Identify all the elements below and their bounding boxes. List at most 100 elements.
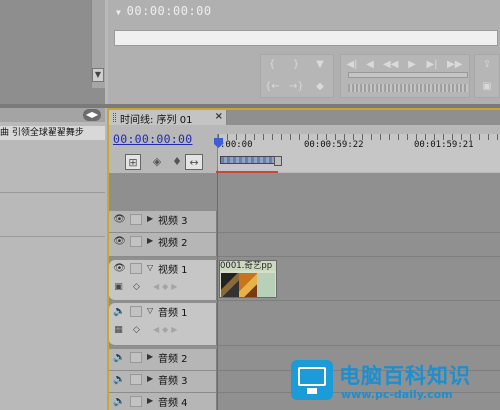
clip-thumbnail <box>257 273 275 297</box>
speaker-icon[interactable]: 🔈 <box>113 374 126 385</box>
rewind-icon[interactable]: ◀◀ <box>383 59 398 71</box>
go-in-icon[interactable]: {← <box>265 81 280 93</box>
prev-frame-icon[interactable]: ◀ <box>363 59 377 71</box>
track-header[interactable]: 🔈 ▶ 音频 2 <box>109 349 217 371</box>
track-name: 视频 3 <box>158 216 188 227</box>
collapse-triangle-icon[interactable]: ▽ <box>147 263 153 272</box>
keyframe-toggle-icon[interactable]: ◇ <box>131 325 142 336</box>
tab-timeline-sequence[interactable]: 时间线: 序列 01 × <box>109 110 227 126</box>
expand-triangle-icon[interactable]: ▶ <box>147 236 153 245</box>
output-icon[interactable]: ▣ <box>480 81 494 93</box>
ruler-label: 00:00:59:22 <box>304 140 364 150</box>
set-in-icon[interactable]: { <box>265 59 279 71</box>
watermark: 电脑百科知识 www.pc-daily.com <box>285 354 500 410</box>
watermark-url: www.pc-daily.com <box>341 388 453 401</box>
track-audio-1: 🔈 ▽ 音频 1 ▦ ◇ ◀◆▶ <box>109 303 500 346</box>
video-clip[interactable]: 0001.奇艺pp <box>219 260 277 298</box>
eye-icon[interactable]: 👁 <box>113 214 126 225</box>
monitor-logo-icon <box>291 360 333 400</box>
go-out-icon[interactable]: →} <box>289 81 304 93</box>
timeline-tab-title: 时间线: 序列 01 <box>120 115 193 126</box>
lock-toggle[interactable] <box>130 374 142 385</box>
scroll-down-arrow[interactable]: ▼ <box>92 68 104 82</box>
work-area-bar[interactable] <box>220 156 280 164</box>
play-icon[interactable]: ▶ <box>405 59 419 71</box>
panel-menu-icon[interactable]: ◀▶ <box>83 109 101 121</box>
playhead-line[interactable] <box>217 170 218 410</box>
project-panel: ◀▶ 曲 引领全球翟翟舞步 <box>0 108 105 410</box>
monitor-timecode[interactable]: ▼ 00:00:00:00 <box>116 4 212 18</box>
extra-controls: ⇪ ▣ <box>474 54 500 98</box>
collapse-triangle-icon[interactable]: ▽ <box>147 306 153 315</box>
timeline-timecode[interactable]: 00:00:00:00 <box>113 132 192 146</box>
track-name: 音频 3 <box>158 376 188 387</box>
logo-stand <box>307 388 317 394</box>
lock-toggle[interactable] <box>130 236 142 247</box>
lock-toggle[interactable] <box>130 214 142 225</box>
divider <box>0 192 105 193</box>
step-back-icon[interactable]: ◀| <box>345 59 359 71</box>
export-frame-icon[interactable]: ⇪ <box>480 59 494 71</box>
monitor-scrub-bar[interactable] <box>114 30 498 46</box>
clip-thumbnail <box>221 273 239 297</box>
track-header-spacer <box>109 173 217 211</box>
track-lane[interactable] <box>217 211 500 233</box>
clip-label: 0001.奇艺pp <box>220 261 276 271</box>
eye-icon[interactable]: 👁 <box>113 263 126 274</box>
timecode-marker-icon: ▼ <box>116 8 127 17</box>
lock-toggle[interactable] <box>130 396 142 407</box>
waveform-style-icon[interactable]: ▦ <box>113 325 124 336</box>
track-header[interactable]: 👁 ▽ 视频 1 ▣ ◇ ◀◆▶ <box>109 260 217 301</box>
zoom-slider-icon[interactable]: ↔ <box>185 154 203 170</box>
shuttle-slider[interactable] <box>348 72 468 78</box>
prev-marker-icon[interactable]: ◆ <box>313 81 327 93</box>
project-item[interactable]: 曲 引领全球翟翟舞步 <box>0 126 105 140</box>
lock-toggle[interactable] <box>130 263 142 274</box>
set-marker-icon[interactable]: ◈ <box>149 154 165 170</box>
expand-triangle-icon[interactable]: ▶ <box>147 352 153 361</box>
keyframe-navigator[interactable]: ◀◆▶ <box>153 325 195 336</box>
next-frame-icon[interactable]: ▶| <box>425 59 439 71</box>
monitor-panel: ▼ 00:00:00:00 { } ▼ {← →} ◆ ◀| ◀ ◀◀ ▶ ▶|… <box>108 0 500 104</box>
expand-triangle-icon[interactable]: ▶ <box>147 374 153 383</box>
set-out-icon[interactable]: } <box>289 59 303 71</box>
expand-triangle-icon[interactable]: ▶ <box>147 214 153 223</box>
forward-icon[interactable]: ▶▶ <box>447 59 462 71</box>
work-area-end-handle[interactable] <box>274 156 282 166</box>
set-encore-marker-icon[interactable]: ♦ <box>169 154 185 170</box>
track-header[interactable]: 🔈 ▶ 音频 3 <box>109 371 217 393</box>
track-video-3: 👁 ▶ 视频 3 <box>109 211 500 233</box>
ruler-label: 00:01:59:21 <box>414 140 474 150</box>
time-ruler[interactable]: :00:00 00:00:59:22 00:01:59:21 <box>214 134 500 172</box>
track-header[interactable]: 👁 ▶ 视频 2 <box>109 233 217 257</box>
track-lane[interactable] <box>217 233 500 257</box>
vertical-scrollbar[interactable]: ▼ <box>91 0 105 88</box>
jog-wheel[interactable] <box>348 84 468 92</box>
track-lane[interactable]: 0001.奇艺pp <box>217 260 500 301</box>
expand-triangle-icon[interactable]: ▶ <box>147 396 153 405</box>
app-window: ▼ ▼ 00:00:00:00 { } ▼ {← →} ◆ ◀| ◀ ◀◀ ▶ … <box>0 0 500 410</box>
tab-grip-icon[interactable] <box>113 113 116 122</box>
lock-toggle[interactable] <box>130 352 142 363</box>
track-lane[interactable] <box>217 303 500 346</box>
speaker-icon[interactable]: 🔈 <box>113 396 126 407</box>
speaker-icon[interactable]: 🔈 <box>113 306 126 317</box>
divider <box>0 236 105 237</box>
track-header[interactable]: 🔈 ▽ 音频 1 ▦ ◇ ◀◆▶ <box>109 303 217 346</box>
clip-thumbnail <box>239 273 257 297</box>
track-video-2: 👁 ▶ 视频 2 <box>109 233 500 257</box>
track-header[interactable]: 👁 ▶ 视频 3 <box>109 211 217 233</box>
close-icon[interactable]: × <box>215 111 223 122</box>
keyframe-toggle-icon[interactable]: ◇ <box>131 282 142 293</box>
track-header[interactable]: 🔈 ▶ 音频 4 <box>109 393 217 410</box>
marker-controls: { } ▼ {← →} ◆ <box>260 54 334 98</box>
display-style-icon[interactable]: ▣ <box>113 282 124 293</box>
track-spacer <box>109 173 500 211</box>
project-tab-bar: ◀▶ <box>0 108 105 122</box>
marker-icon[interactable]: ▼ <box>313 59 327 71</box>
keyframe-navigator[interactable]: ◀◆▶ <box>153 282 195 293</box>
eye-icon[interactable]: 👁 <box>113 236 126 247</box>
snap-icon[interactable]: ⊞ <box>125 154 141 170</box>
lock-toggle[interactable] <box>130 306 142 317</box>
speaker-icon[interactable]: 🔈 <box>113 352 126 363</box>
